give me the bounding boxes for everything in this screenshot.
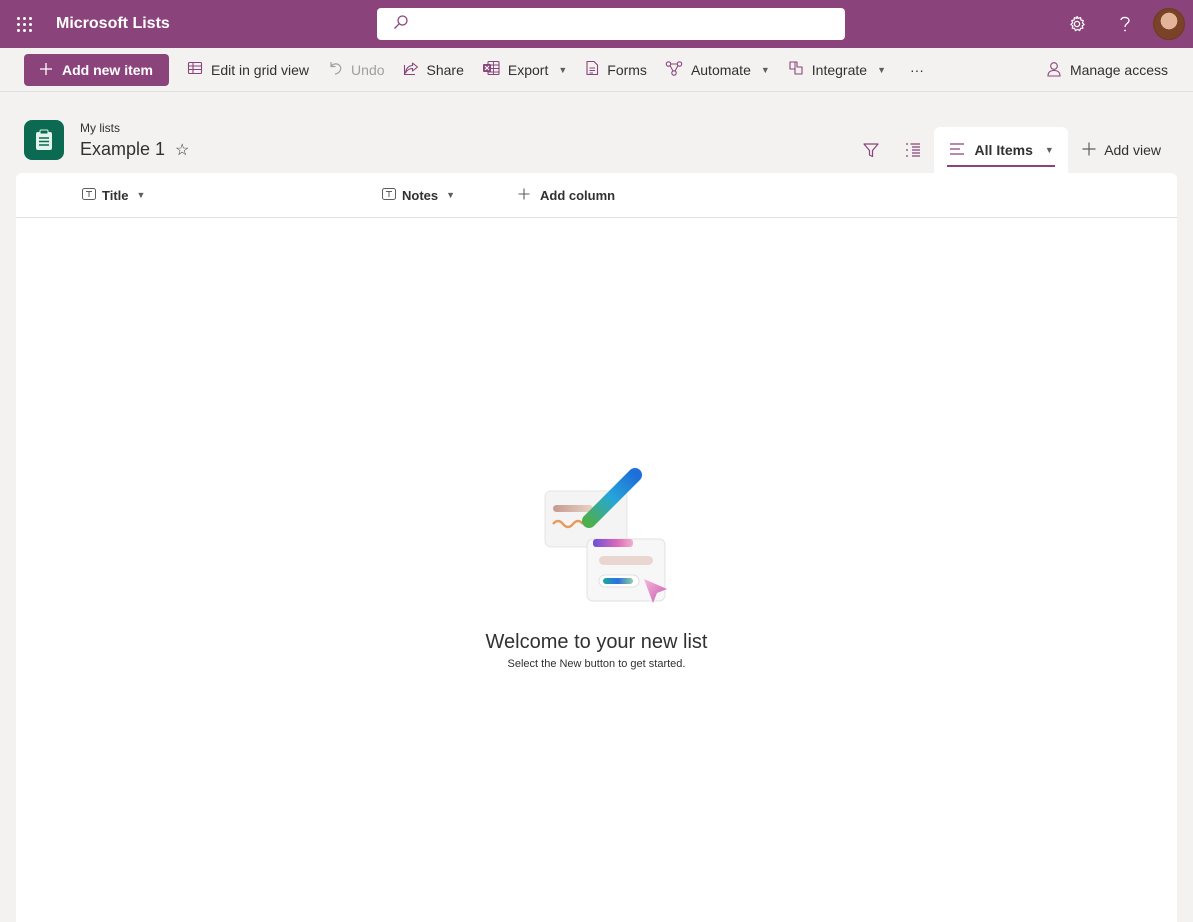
chevron-down-icon: ▼ [558,64,568,75]
integrate-button[interactable]: Integrate ▼ [779,54,895,86]
share-icon [403,60,419,79]
empty-list-illustration [527,463,667,613]
text-field-icon [382,187,396,203]
forms-button[interactable]: Forms [576,54,656,86]
column-header-title[interactable]: Title ▼ [82,173,145,217]
chevron-down-icon: ▼ [136,190,146,200]
undo-label: Undo [351,61,385,78]
group-by-icon[interactable] [892,129,934,171]
export-button[interactable]: Export ▼ [473,54,576,86]
plus-icon [1082,142,1096,159]
share-label: Share [426,61,464,78]
plus-icon [39,62,52,78]
chevron-down-icon: ▼ [760,64,770,75]
column-title-label: Title [102,187,129,203]
person-icon [1046,61,1062,80]
list-title-row: Example 1 ☆ [80,139,189,160]
forms-icon [585,60,599,79]
automate-label: Automate [690,61,751,78]
undo-button[interactable]: Undo [318,54,393,86]
list-icon [24,120,64,160]
manage-access-button[interactable]: Manage access [1037,54,1177,86]
chevron-down-icon: ▼ [1044,145,1054,155]
settings-icon[interactable] [1053,0,1101,48]
add-new-item-label: Add new item [61,61,153,78]
list-panel: Title ▼ Notes ▼ Add column Welcome to yo… [16,173,1177,922]
filter-icon[interactable] [850,129,892,171]
favorite-star-icon[interactable]: ☆ [175,140,189,160]
export-label: Export [507,61,549,78]
add-new-item-button[interactable]: Add new item [24,53,169,86]
chevron-down-icon: ▼ [877,64,886,75]
chevron-down-icon: ▼ [446,190,456,200]
add-view-button[interactable]: Add view [1068,129,1193,171]
add-column-label: Add column [540,187,616,203]
text-field-icon [82,187,96,203]
search-input[interactable] [409,8,845,40]
integrate-label: Integrate [811,61,868,78]
more-options-button[interactable]: ··· [901,54,933,86]
search-icon [393,14,409,35]
automate-button[interactable]: Automate ▼ [656,54,779,86]
more-icon: ··· [909,61,924,78]
undo-icon [327,60,343,79]
integrate-icon [788,60,804,79]
view-list-icon [949,142,965,159]
help-icon[interactable] [1101,0,1149,48]
view-name: All Items [974,142,1033,158]
plus-icon [518,188,530,203]
command-bar: Add new item Edit in grid view Undo Shar… [0,48,1193,92]
excel-icon [482,60,500,79]
automate-icon [665,60,683,79]
page-title: Example 1 [80,139,166,159]
avatar[interactable] [1153,8,1185,40]
column-headers: Title ▼ Notes ▼ Add column [16,173,1177,218]
add-column-button[interactable]: Add column [518,173,615,217]
breadcrumb[interactable]: My lists [80,121,120,135]
tab-all-items[interactable]: All Items ▼ [934,127,1069,173]
search-box[interactable] [377,8,845,40]
add-view-label: Add view [1104,142,1161,158]
empty-state: Welcome to your new list Select the New … [16,463,1177,670]
app-title[interactable]: Microsoft Lists [56,15,170,33]
view-tools: All Items ▼ Add view [850,127,1193,173]
column-notes-label: Notes [402,187,439,203]
manage-access-label: Manage access [1069,62,1168,78]
forms-label: Forms [607,61,647,78]
edit-grid-view-button[interactable]: Edit in grid view [178,54,318,86]
empty-state-subtext: Select the New button to get started. [507,658,686,670]
empty-state-heading: Welcome to your new list [485,631,708,653]
edit-grid-view-label: Edit in grid view [211,61,310,78]
suite-bar: Microsoft Lists [0,0,1193,48]
waffle-icon[interactable] [0,0,48,48]
grid-icon [187,60,203,79]
column-header-notes[interactable]: Notes ▼ [382,173,455,217]
share-button[interactable]: Share [394,54,473,86]
